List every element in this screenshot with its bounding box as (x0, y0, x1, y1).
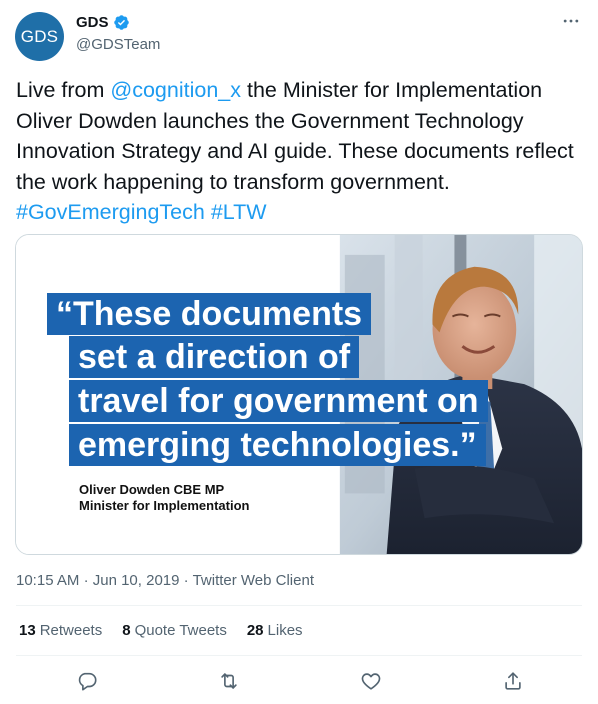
tweet: GDS GDS @GDSTeam Live from @cognition_x … (0, 0, 598, 704)
quote-line: set a direction of (69, 336, 360, 378)
tweet-timestamp: 10:15 AM · Jun 10, 2019 · Twitter Web Cl… (16, 572, 314, 589)
quote-line: travel for government on (69, 380, 488, 422)
quote-attribution: Oliver Dowden CBE MP Minister for Implem… (79, 482, 249, 514)
attribution-title: Minister for Implementation (79, 498, 250, 513)
share-icon[interactable] (500, 668, 526, 694)
action-bar (16, 664, 582, 698)
mention-link[interactable]: @cognition_x (110, 78, 241, 102)
avatar-text: GDS (20, 26, 59, 46)
divider (16, 655, 582, 656)
retweets-stat[interactable]: 13 Retweets (19, 622, 102, 639)
more-icon[interactable] (560, 10, 582, 32)
likes-stat[interactable]: 28 Likes (247, 622, 303, 639)
quote-line: emerging technologies.” (69, 424, 486, 466)
tweet-text: Live from @cognition_x the Minister for … (16, 75, 582, 228)
likes-count: 28 (246, 622, 264, 639)
meta-separator: · (83, 572, 89, 589)
tweet-text-part: Live from (16, 78, 111, 102)
like-icon[interactable] (358, 668, 384, 694)
author-name-row: GDS (76, 14, 130, 31)
hashtag-link[interactable]: #GovEmergingTech (16, 200, 205, 224)
display-name[interactable]: GDS (76, 14, 109, 31)
retweets-label: Retweets (39, 622, 103, 639)
quote-line: “These documents (47, 293, 372, 335)
likes-label: Likes (267, 622, 303, 639)
tweet-time[interactable]: 10:15 AM (16, 572, 79, 589)
meta-separator: · (183, 572, 189, 589)
author-handle[interactable]: @GDSTeam (76, 36, 160, 53)
engagement-stats: 13 Retweets 8 Quote Tweets 28 Likes (19, 622, 323, 639)
retweets-count: 13 (19, 622, 36, 639)
divider (16, 605, 582, 606)
media-image[interactable]: “These documents set a direction of trav… (15, 234, 583, 555)
tweet-date[interactable]: Jun 10, 2019 (93, 572, 180, 589)
quote-tweets-stat[interactable]: 8 Quote Tweets (122, 622, 227, 639)
attribution-name: Oliver Dowden CBE MP (79, 482, 225, 497)
reply-icon[interactable] (74, 668, 100, 694)
tweet-client[interactable]: Twitter Web Client (193, 572, 314, 589)
quote-tweets-label: Quote Tweets (134, 622, 227, 639)
hashtag-link[interactable]: #LTW (211, 200, 267, 224)
avatar[interactable]: GDS (15, 12, 64, 61)
retweet-icon[interactable] (216, 668, 242, 694)
verified-badge-icon (113, 14, 130, 31)
quote-tweets-count: 8 (122, 622, 131, 639)
